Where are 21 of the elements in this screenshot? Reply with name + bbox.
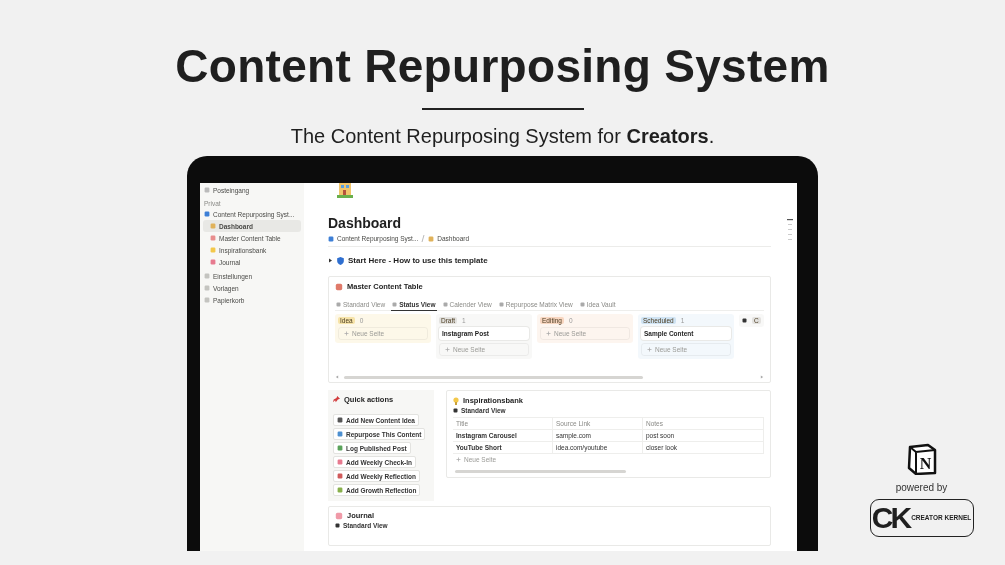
powered-by-label: powered by xyxy=(895,482,948,493)
subtitle: The Content Repurposing System for Creators. xyxy=(290,124,715,148)
scroll-left-icon[interactable] xyxy=(335,375,339,379)
plus-icon xyxy=(445,347,450,352)
house-icon xyxy=(337,183,353,198)
shield-icon xyxy=(337,256,344,265)
plus-icon xyxy=(546,331,551,336)
outline-icon xyxy=(786,219,793,241)
plus-icon xyxy=(456,457,461,462)
toggle-heading[interactable]: Start Here - How to use this template xyxy=(328,256,771,265)
plus-icon xyxy=(647,347,652,352)
scrollbar-thumb[interactable] xyxy=(344,375,643,379)
logo-letters: CK xyxy=(871,503,910,533)
scrollbar-thumb[interactable] xyxy=(455,470,626,473)
headline: Content Repurposing System xyxy=(175,39,830,94)
notion-logo: N xyxy=(906,443,937,475)
plus-icon xyxy=(344,331,349,336)
page-title: Dashboard xyxy=(328,215,403,231)
lightbulb-icon xyxy=(453,396,459,405)
pin-icon xyxy=(333,396,340,403)
separator-icon xyxy=(421,235,426,242)
